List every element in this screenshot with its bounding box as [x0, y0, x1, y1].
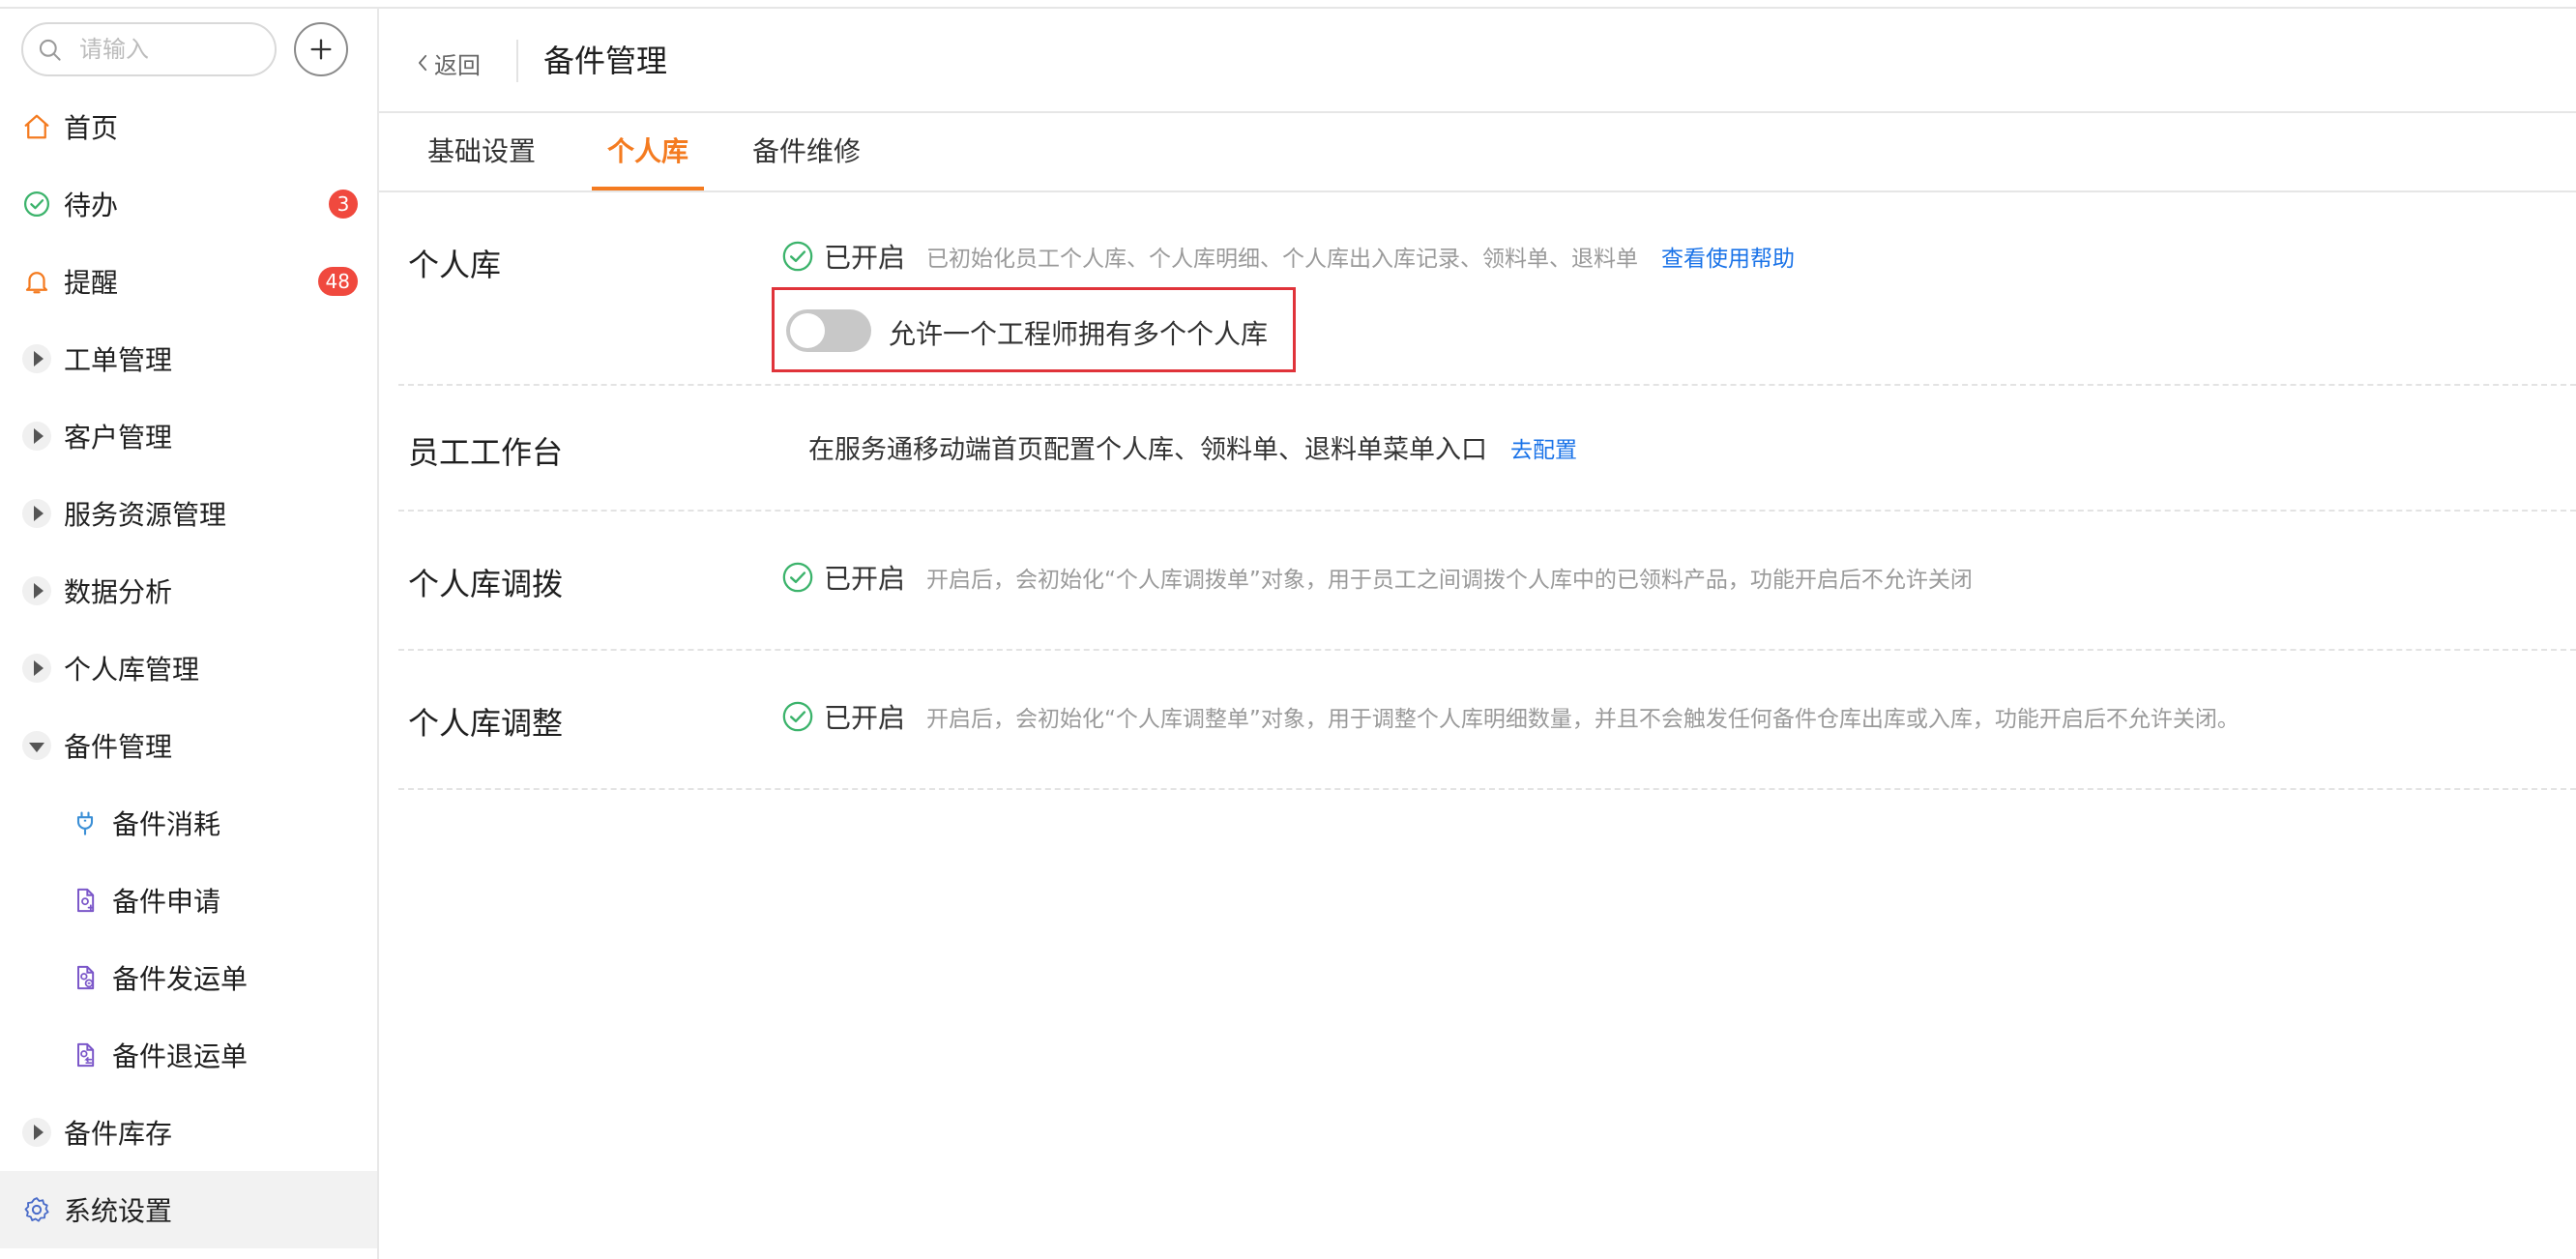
tab-basic-settings[interactable]: 基础设置 — [422, 115, 542, 190]
main-content: 返回 备件管理 基础设置 个人库 备件维修 个人库 已开启 已初始化员工个人库、… — [379, 9, 2576, 1259]
caret-right-icon — [21, 498, 52, 529]
back-button[interactable]: 返回 — [418, 45, 481, 80]
status-description: 开启后，会初始化“个人库调拨单”对象，用于员工之间调拨个人库中的已领料产品，功能… — [926, 568, 1973, 593]
sidebar-item-reminder[interactable]: 提醒 48 — [0, 243, 377, 320]
toggle-knob — [790, 313, 825, 348]
sidebar-item-label: 备件管理 — [64, 731, 173, 763]
sidebar: 首页 待办 3 提醒 48 工单管理 客户管理 服务资源管理 数据分析 个人库管… — [0, 9, 379, 1259]
back-label: 返回 — [434, 51, 481, 79]
section-library-transfer: 个人库调拨 已开启 开启后，会初始化“个人库调拨单”对象，用于员工之间调拨个人库… — [398, 512, 2576, 651]
tab-bar: 基础设置 个人库 备件维修 — [379, 115, 2576, 192]
sidebar-item-label: 备件消耗 — [112, 808, 221, 840]
section-title: 个人库调整 — [408, 705, 564, 742]
sidebar-item-data-analysis[interactable]: 数据分析 — [0, 552, 377, 630]
check-circle-icon — [782, 562, 813, 593]
sidebar-item-label: 个人库管理 — [64, 654, 200, 686]
sidebar-item-parts-inventory[interactable]: 备件库存 — [0, 1094, 377, 1171]
bell-icon — [21, 266, 52, 297]
caret-right-icon — [21, 653, 52, 684]
reminder-count-badge: 48 — [317, 267, 358, 296]
status-description: 开启后，会初始化“个人库调整单”对象，用于调整个人库明细数量，并且不会触发任何备… — [926, 707, 2239, 732]
search-icon — [39, 39, 61, 61]
sidebar-item-work-order[interactable]: 工单管理 — [0, 320, 377, 397]
tab-personal-library[interactable]: 个人库 — [592, 115, 704, 190]
check-circle-icon — [782, 701, 813, 732]
adjust-status: 已开启 开启后，会初始化“个人库调整单”对象，用于调整个人库明细数量，并且不会触… — [781, 697, 2239, 736]
check-circle-icon — [21, 189, 52, 220]
gear-icon — [21, 1194, 52, 1225]
sidebar-item-label: 首页 — [64, 112, 119, 144]
sidebar-item-parts-shipment[interactable]: 备件发运单 — [0, 939, 377, 1016]
check-circle-icon — [782, 241, 813, 272]
status-enabled-text: 已开启 — [824, 702, 906, 734]
workbench-config: 在服务通移动端首页配置个人库、领料单、退料单菜单入口 去配置 — [808, 428, 1577, 466]
caret-down-icon — [21, 730, 52, 761]
caret-right-icon — [21, 343, 52, 374]
plus-icon — [310, 39, 332, 60]
document-return-icon — [70, 1039, 101, 1070]
section-title: 个人库 — [408, 247, 502, 283]
caret-right-icon — [21, 1117, 52, 1148]
top-border — [0, 0, 2576, 9]
status-description: 已初始化员工个人库、个人库明细、个人库出入库记录、领料单、退料单 — [926, 247, 1639, 272]
sidebar-item-label: 备件申请 — [112, 886, 221, 918]
section-title: 个人库调拨 — [408, 566, 564, 602]
sidebar-item-service-resource[interactable]: 服务资源管理 — [0, 475, 377, 552]
section-employee-workbench: 员工工作台 在服务通移动端首页配置个人库、领料单、退料单菜单入口 去配置 — [398, 386, 2576, 512]
sidebar-item-label: 客户管理 — [64, 422, 173, 454]
sidebar-item-parts-return[interactable]: 备件退运单 — [0, 1016, 377, 1094]
add-button[interactable] — [294, 22, 348, 76]
status-enabled-text: 已开启 — [824, 242, 906, 274]
sidebar-item-label: 工单管理 — [64, 344, 173, 376]
section-library-adjust: 个人库调整 已开启 开启后，会初始化“个人库调整单”对象，用于调整个人库明细数量… — [398, 651, 2576, 790]
sidebar-item-parts-consumption[interactable]: 备件消耗 — [0, 784, 377, 862]
status-enabled-text: 已开启 — [824, 563, 906, 595]
home-icon — [21, 111, 52, 142]
section-title: 员工工作台 — [408, 434, 564, 471]
toggle-label: 允许一个工程师拥有多个个人库 — [889, 318, 1269, 350]
caret-right-icon — [21, 575, 52, 606]
workbench-description: 在服务通移动端首页配置个人库、领料单、退料单菜单入口 — [808, 435, 1487, 465]
document-plus-icon — [70, 885, 101, 916]
header-divider — [516, 40, 518, 82]
sidebar-item-parts-request[interactable]: 备件申请 — [0, 862, 377, 939]
sidebar-item-label: 备件库存 — [64, 1118, 173, 1150]
sidebar-item-customer[interactable]: 客户管理 — [0, 397, 377, 475]
tab-parts-repair[interactable]: 备件维修 — [746, 115, 866, 190]
multi-library-setting-highlight: 允许一个工程师拥有多个个人库 — [772, 287, 1296, 372]
transfer-status: 已开启 开启后，会初始化“个人库调拨单”对象，用于员工之间调拨个人库中的已领料产… — [781, 558, 1973, 597]
sidebar-item-todo[interactable]: 待办 3 — [0, 165, 377, 243]
sidebar-item-label: 备件退运单 — [112, 1040, 249, 1072]
section-personal-library: 个人库 已开启 已初始化员工个人库、个人库明细、个人库出入库记录、领料单、退料单… — [398, 194, 2576, 386]
multi-library-toggle[interactable] — [786, 309, 871, 352]
sidebar-item-system-settings[interactable]: 系统设置 — [0, 1171, 377, 1248]
configure-link[interactable]: 去配置 — [1510, 431, 1577, 464]
sidebar-item-personal-library[interactable]: 个人库管理 — [0, 630, 377, 707]
document-send-icon — [70, 962, 101, 993]
chevron-left-icon — [419, 54, 427, 72]
sidebar-item-spare-parts[interactable]: 备件管理 — [0, 707, 377, 784]
page-title: 备件管理 — [543, 43, 668, 79]
plug-icon — [70, 807, 101, 838]
search-input[interactable] — [79, 34, 263, 65]
sidebar-item-label: 系统设置 — [64, 1195, 173, 1227]
help-link[interactable]: 查看使用帮助 — [1661, 240, 1795, 273]
personal-library-status: 已开启 已初始化员工个人库、个人库明细、个人库出入库记录、领料单、退料单 查看使… — [781, 237, 1795, 276]
caret-right-icon — [21, 421, 52, 452]
sidebar-search[interactable] — [21, 22, 277, 76]
sidebar-item-label: 待办 — [64, 190, 119, 221]
page-header: 返回 备件管理 — [379, 9, 2576, 113]
sidebar-item-label: 数据分析 — [64, 576, 173, 608]
sidebar-item-home[interactable]: 首页 — [0, 88, 377, 165]
sidebar-item-label: 备件发运单 — [112, 963, 249, 995]
sidebar-item-label: 服务资源管理 — [64, 499, 227, 531]
sidebar-item-label: 提醒 — [64, 267, 119, 299]
todo-count-badge: 3 — [329, 190, 358, 219]
